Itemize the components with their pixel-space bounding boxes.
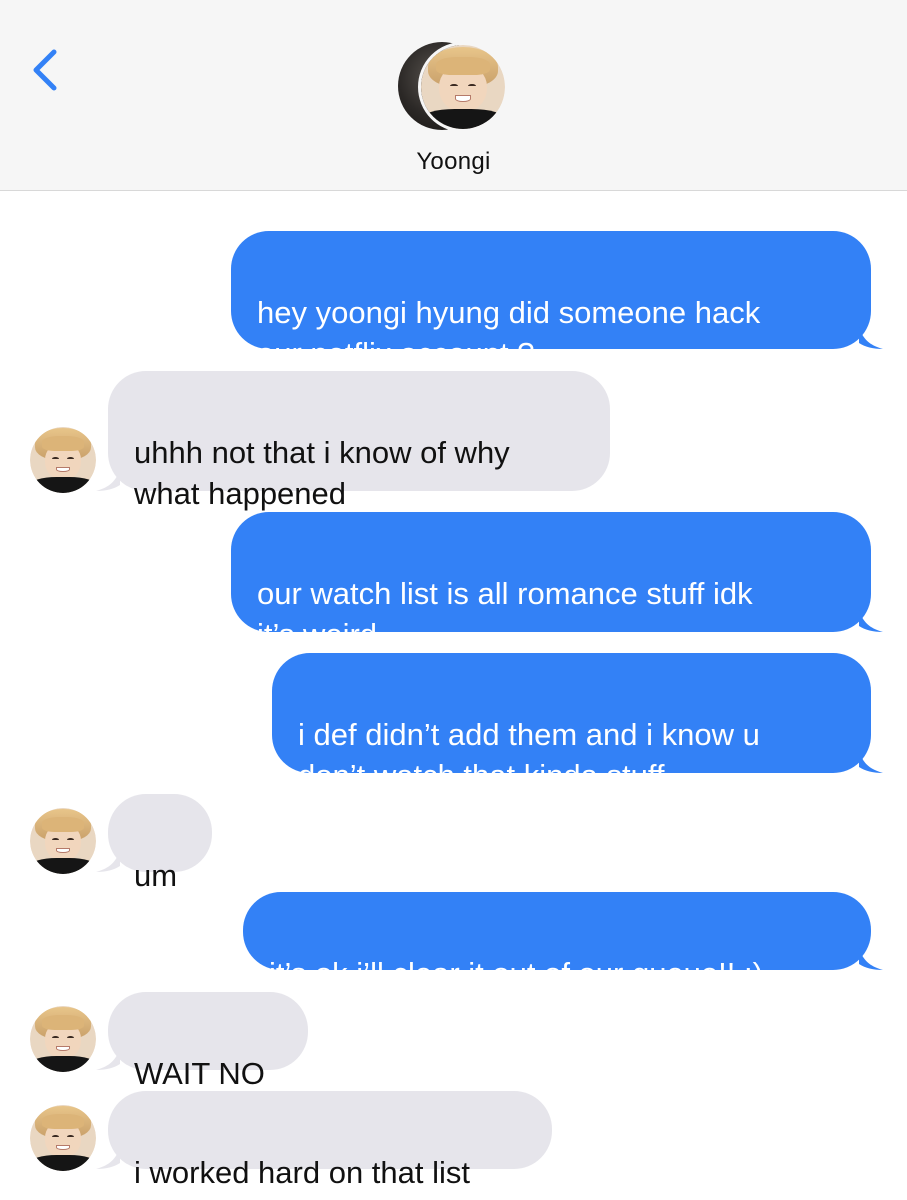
message-text: hey yoongi hyung did someone hack our ne… xyxy=(257,295,761,371)
message-text: it’s ok i’ll clear it out of our queue!!… xyxy=(269,956,763,991)
bubble-tail xyxy=(96,850,120,872)
bubble-tail xyxy=(859,948,883,970)
message-thread: hey yoongi hyung did someone hack our ne… xyxy=(0,191,907,1200)
back-button[interactable] xyxy=(22,40,72,100)
contact-name[interactable]: Yoongi xyxy=(0,148,907,176)
message-bubble-sent[interactable]: hey yoongi hyung did someone hack our ne… xyxy=(231,231,883,371)
bubble-tail xyxy=(96,1048,120,1070)
message-bubble-sent[interactable]: our watch list is all romance stuff idk … xyxy=(231,512,883,652)
messages-screen: Yoongi hey yoongi hyung did someone hack… xyxy=(0,0,907,1200)
message-bubble-received[interactable]: um xyxy=(96,794,212,893)
sender-avatar[interactable] xyxy=(30,1105,96,1171)
bubble-tail xyxy=(96,469,120,491)
sender-avatar[interactable] xyxy=(30,1006,96,1072)
message-bubble-received[interactable]: WAIT NO xyxy=(96,992,308,1091)
message-text: i def didn’t add them and i know u don’t… xyxy=(298,717,760,793)
bubble-tail xyxy=(859,610,883,632)
message-text: um xyxy=(134,858,178,893)
message-text: our watch list is all romance stuff idk … xyxy=(257,576,753,652)
contact-avatar-photo xyxy=(418,42,508,132)
message-bubble-received[interactable]: uhhh not that i know of why what happene… xyxy=(96,371,610,511)
message-bubble-sent[interactable]: i def didn’t add them and i know u don’t… xyxy=(272,653,883,793)
message-bubble-sent[interactable]: it’s ok i’ll clear it out of our queue!!… xyxy=(243,892,883,991)
chevron-left-icon xyxy=(33,49,57,91)
message-bubble-received[interactable]: i worked hard on that list xyxy=(96,1091,552,1190)
bubble-tail xyxy=(859,327,883,349)
bubble-tail xyxy=(96,1147,120,1169)
contact-avatar[interactable] xyxy=(398,42,510,134)
sender-avatar[interactable] xyxy=(30,808,96,874)
sender-avatar[interactable] xyxy=(30,427,96,493)
message-text: WAIT NO xyxy=(134,1056,265,1091)
conversation-header: Yoongi xyxy=(0,0,907,191)
message-text: uhhh not that i know of why what happene… xyxy=(134,435,510,511)
message-text: i worked hard on that list xyxy=(134,1155,471,1190)
bubble-tail xyxy=(859,751,883,773)
